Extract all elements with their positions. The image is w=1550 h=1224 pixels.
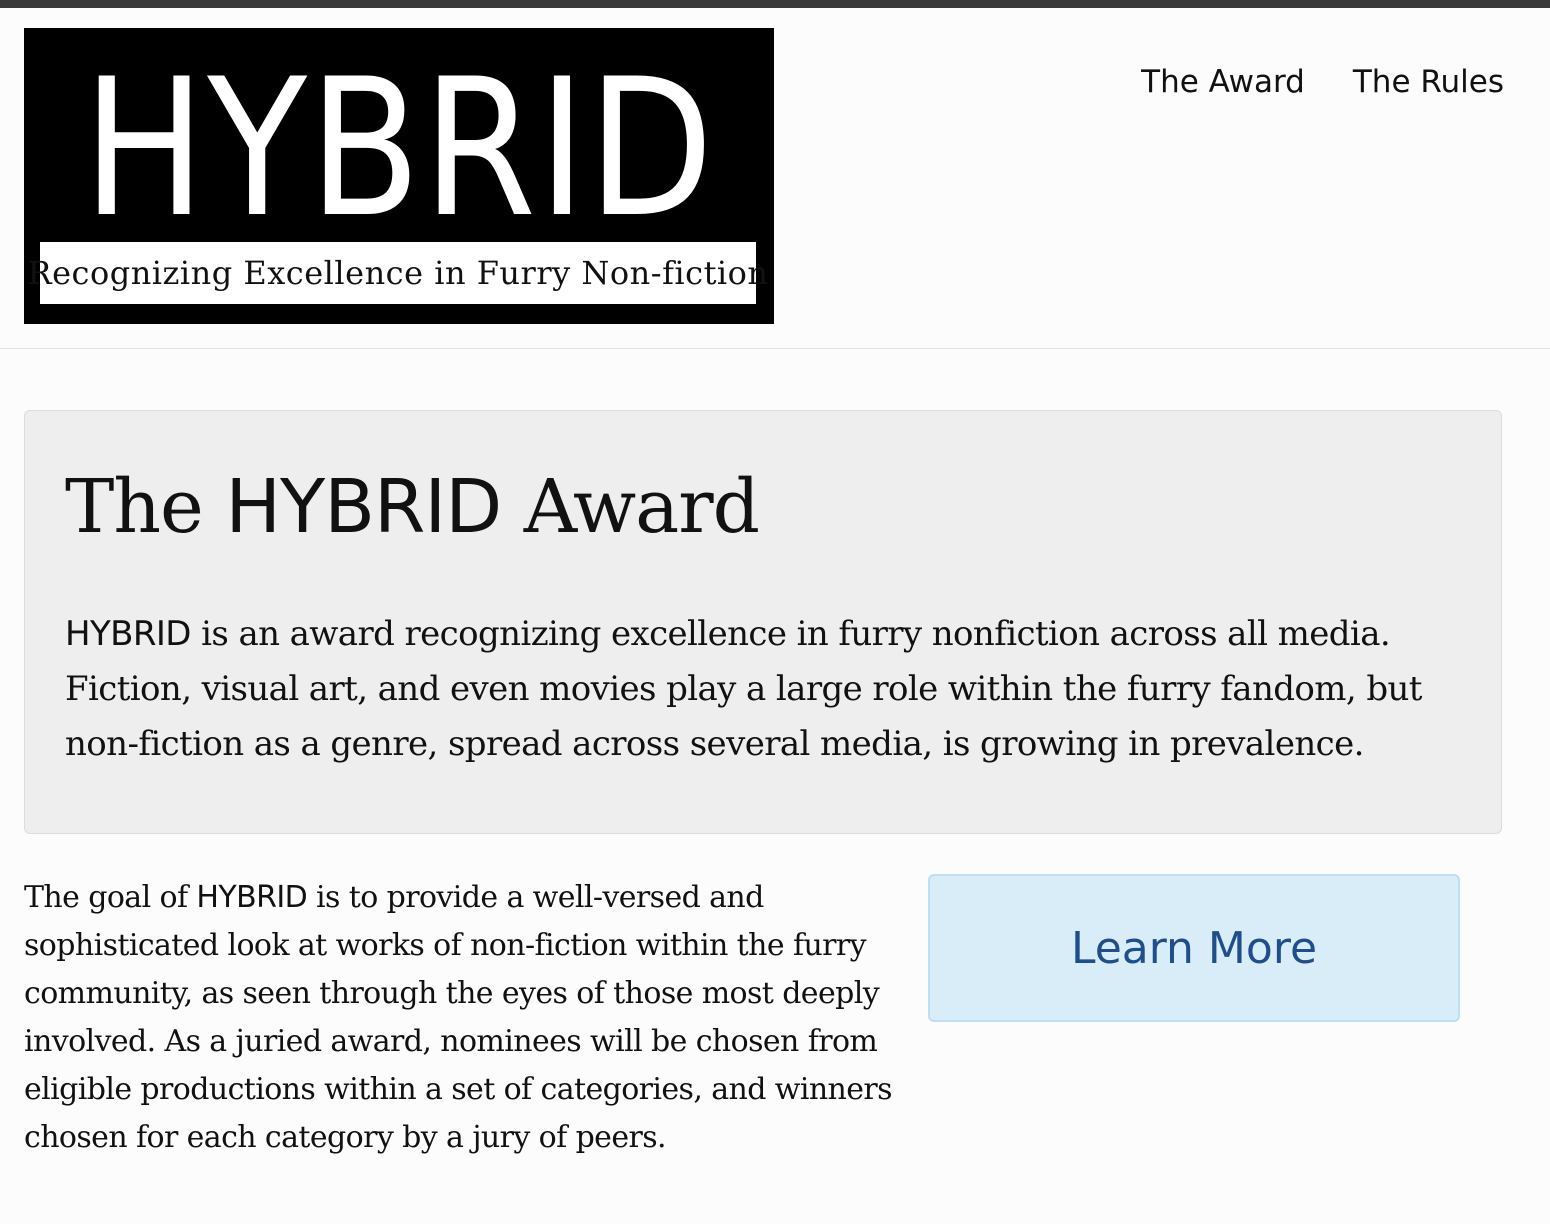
nav-link-the-rules[interactable]: The Rules (1353, 64, 1504, 100)
goal-text: is to provide a well-versed and sophisti… (24, 880, 893, 1155)
goal-paragraph: The goal of HYBRID is to provide a well-… (24, 874, 894, 1162)
jumbotron: The HYBRID Award HYBRID is an award reco… (24, 410, 1502, 834)
logo-tagline-box: Recognizing Excellence in Furry Non-fict… (27, 242, 768, 304)
nav-link-the-award[interactable]: The Award (1141, 64, 1305, 100)
title-suffix: Award (501, 464, 760, 550)
goal-prefix: The goal of (24, 880, 197, 915)
top-strip (0, 0, 1550, 8)
title-brand: HYBRID (225, 464, 502, 550)
goal-brand: HYBRID (196, 880, 308, 915)
site-logo[interactable]: HYBRID Recognizing Excellence in Furry N… (24, 28, 774, 324)
logo-wordmark: HYBRID (82, 38, 716, 259)
learn-more-button[interactable]: Learn More (928, 874, 1460, 1022)
intro-brand: HYBRID (65, 614, 192, 654)
intro-text: is an award recognizing excellence in fu… (65, 614, 1422, 764)
page-title: The HYBRID Award (65, 464, 760, 550)
intro-paragraph: HYBRID is an award recognizing excellenc… (65, 607, 1465, 772)
title-prefix: The (65, 464, 226, 550)
header-divider (0, 348, 1550, 349)
main-nav: The Award The Rules (1141, 64, 1504, 100)
logo-tagline: Recognizing Excellence in Furry Non-fict… (27, 254, 769, 292)
learn-more-label: Learn More (1070, 922, 1318, 974)
